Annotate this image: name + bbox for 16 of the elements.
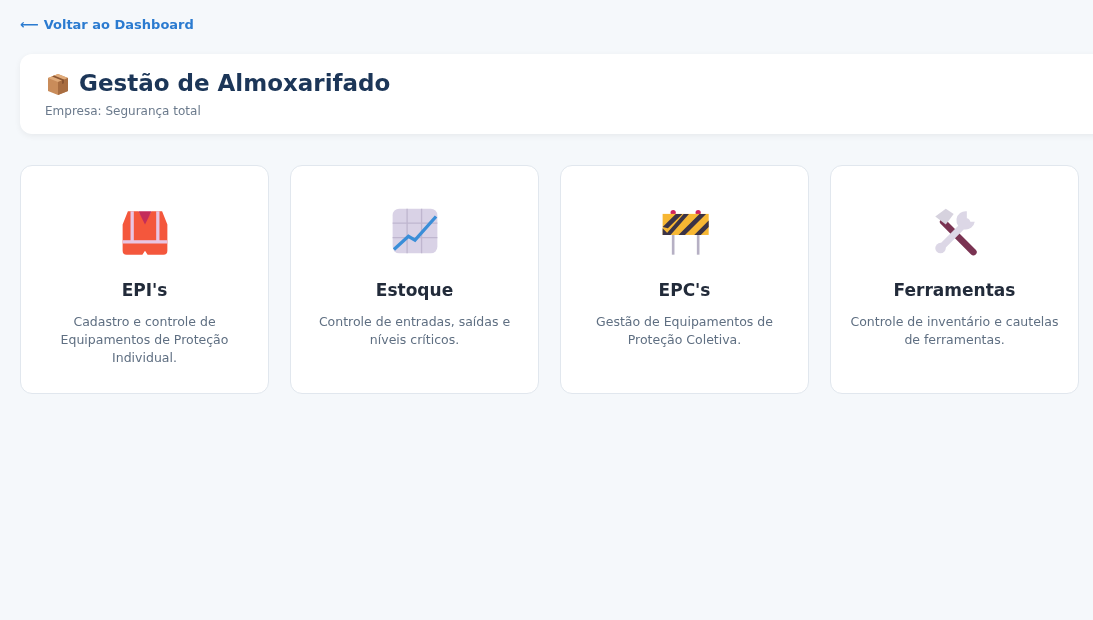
arrow-icon: ⟵	[20, 15, 39, 35]
module-card[interactable]: EPC's Gestão de Equipamentos de Proteção Coletiva.	[560, 164, 809, 394]
page-title: Gestão de Almoxarifado	[79, 70, 391, 98]
company-label: Empresa: Segurança total	[45, 102, 202, 120]
module-title: Estoque	[375, 278, 454, 302]
back-link[interactable]: ⟵ Voltar ao Dashboard	[20, 15, 194, 35]
module-description: Gestão de Equipamentos de Proteção Coletiva.	[595, 313, 774, 350]
module-description: Controle de inventário e cautelas de ferramentas.	[849, 313, 1060, 350]
module-description: Controle de entradas, saídas e níveis críticos.	[317, 313, 512, 350]
module-card[interactable]: Ferramentas Controle de inventário e cautelas de ferramentas.	[830, 164, 1079, 394]
module-title: Ferramentas	[893, 278, 1016, 302]
module-card[interactable]: Estoque Controle de entradas, saídas e níveis críticos.	[290, 164, 539, 394]
module-title: EPC's	[658, 278, 711, 302]
module-card[interactable]: EPI's Cadastro e controle de Equipamentos de Proteção Individual.	[20, 164, 269, 394]
module-title: EPI's	[121, 278, 168, 302]
module-description: Cadastro e controle de Equipamentos de Proteção Individual.	[59, 313, 230, 368]
